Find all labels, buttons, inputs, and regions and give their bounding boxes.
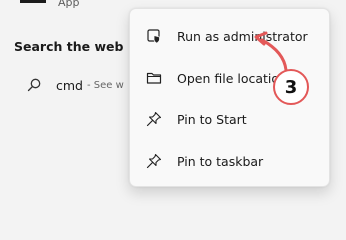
search-icon [27,78,41,92]
step-badge: 3 [273,69,309,105]
search-web-heading: Search the web [14,39,124,54]
pin-to-taskbar-item[interactable]: Pin to taskbar [134,144,324,178]
shield-icon [147,29,160,44]
run-as-administrator-item[interactable]: Run as administrator [134,19,324,53]
menu-item-label: Run as administrator [177,28,308,44]
app-type-label: App [58,0,80,9]
pin-icon [146,111,162,127]
folder-icon [146,72,162,84]
menu-item-label: Open file location [177,70,287,86]
search-query: cmd [56,77,83,93]
pin-icon [146,153,162,169]
search-suffix: - See w [86,79,124,91]
app-icon [20,0,46,3]
pin-to-start-item[interactable]: Pin to Start [134,102,324,136]
menu-item-label: Pin to taskbar [177,153,264,169]
menu-item-label: Pin to Start [177,111,247,127]
